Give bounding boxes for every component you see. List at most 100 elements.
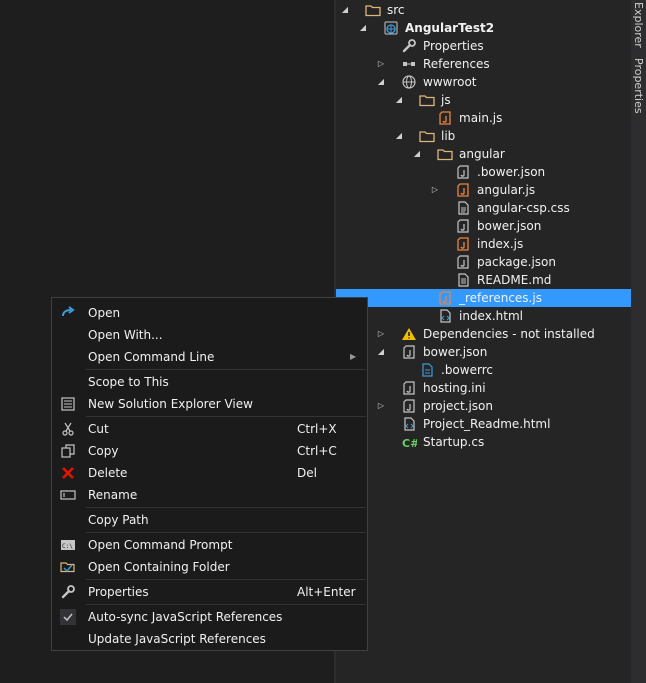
tree-item[interactable]: ◢ lib [336,127,631,145]
tree-item[interactable]: .bowerrc [336,361,631,379]
tree-item[interactable]: bower.json [336,217,631,235]
expand-arrow-icon[interactable]: ▷ [376,325,386,343]
tree-item[interactable]: Properties [336,37,631,55]
tree-item[interactable]: index.js [336,235,631,253]
folder-icon [437,146,453,162]
menu-item-copy[interactable]: Copy Ctrl+C [52,440,367,462]
menu-item-rename[interactable]: Rename [52,484,367,506]
tree-item[interactable]: hosting.ini [336,379,631,397]
svg-text:C:\: C:\ [62,543,73,550]
tab-solution-explorer[interactable]: Explorer [631,2,646,48]
tree-item-label: References [423,57,490,71]
tree-item[interactable]: ▷ References [336,55,631,73]
collapse-arrow-icon[interactable]: ◢ [412,145,422,163]
tree-item[interactable]: .bower.json [336,163,631,181]
json-file-icon [401,380,417,396]
menu-item-open[interactable]: Open [52,302,367,324]
tree-item-label: .bower.json [477,165,546,179]
menu-item-label: Scope to This [88,375,169,389]
expand-arrow-icon[interactable]: ▷ [376,397,386,415]
json-file-icon [455,164,471,180]
tree-item-label: Project_Readme.html [423,417,551,431]
menu-item-properties[interactable]: Properties Alt+Enter [52,581,367,603]
menu-separator [86,579,366,580]
tab-properties[interactable]: Properties [631,58,646,114]
menu-item-label: Open Command Line [88,350,215,364]
tree-item[interactable]: angular-csp.css [336,199,631,217]
tree-item-label: wwwroot [423,75,477,89]
collapse-arrow-icon[interactable]: ◢ [394,91,404,109]
menu-item-delete[interactable]: Delete Del [52,462,367,484]
tree-item-label: main.js [459,111,503,125]
menu-item-new-solution-explorer-view[interactable]: New Solution Explorer View [52,393,367,415]
tree-item[interactable]: ◢ bower.json [336,343,631,361]
solution-explorer-tree: ◢ src ◢ AngularTest2 Properties ▷ References ◢ w… [336,0,631,683]
tree-item[interactable]: ◢ angular [336,145,631,163]
tree-item-label: angular-csp.css [477,201,570,215]
expand-arrow-icon[interactable]: ▷ [376,55,386,73]
html-file-icon [401,416,417,432]
tree-item[interactable]: package.json [336,253,631,271]
menu-item-cut[interactable]: Cut Ctrl+X [52,418,367,440]
expand-arrow-icon[interactable]: ▷ [430,181,440,199]
wrench-icon [60,584,76,600]
menu-item-update-javascript-references[interactable]: Update JavaScript References [52,628,367,650]
menu-item-shortcut: Ctrl+C [297,444,337,458]
tree-item-label: _references.js [459,291,542,305]
menu-separator [86,507,366,508]
js-file-icon [437,290,453,306]
scissors-icon [60,421,76,437]
menu-item-auto-sync-javascript-references[interactable]: Auto-sync JavaScript References [52,606,367,628]
context-menu: Open Open With... Open Command Line ▶ Scope … [51,297,368,651]
menu-item-label: Open Containing Folder [88,560,230,574]
tree-item[interactable]: ▷ project.json [336,397,631,415]
delete-x-icon [60,465,76,481]
tree-item[interactable]: ◢ wwwroot [336,73,631,91]
collapse-arrow-icon[interactable]: ◢ [376,343,386,361]
tree-item-label: js [441,93,451,107]
collapse-arrow-icon[interactable]: ◢ [358,19,368,37]
submenu-arrow-icon: ▶ [350,352,357,361]
tree-item[interactable]: ▷ angular.js [336,181,631,199]
css-file-icon [455,200,471,216]
menu-item-scope-to-this[interactable]: Scope to This [52,371,367,393]
collapse-arrow-icon[interactable]: ◢ [340,1,350,19]
collapse-arrow-icon[interactable]: ◢ [394,127,404,145]
tree-item[interactable]: Project_Readme.html [336,415,631,433]
tree-item-label: Dependencies - not installed [423,327,595,341]
tree-item[interactable]: ◢ AngularTest2 [336,19,631,37]
tree-item[interactable]: ▷ Dependencies - not installed [336,325,631,343]
globe-icon [401,74,417,90]
menu-item-open-command-line[interactable]: Open Command Line ▶ [52,346,367,368]
references-icon [401,56,417,72]
menu-item-open-with[interactable]: Open With... [52,324,367,346]
collapse-arrow-icon[interactable]: ◢ [376,73,386,91]
wrench-icon [401,38,417,54]
text-file-icon [455,272,471,288]
svg-text:C#: C# [402,437,417,450]
tree-item-label: index.js [477,237,524,251]
tree-item[interactable]: ◢ js [336,91,631,109]
menu-item-shortcut: Alt+Enter [297,585,356,599]
folder-icon [365,2,381,18]
js-file-icon [437,110,453,126]
menu-item-open-containing-folder[interactable]: Open Containing Folder [52,556,367,578]
checkmark-icon [60,609,76,625]
tree-item[interactable]: _references.js [336,289,631,307]
tree-item[interactable]: index.html [336,307,631,325]
menu-item-label: Open Command Prompt [88,538,233,552]
menu-item-label: Open [88,306,121,320]
tree-item[interactable]: ◢ src [336,1,631,19]
tree-item[interactable]: main.js [336,109,631,127]
tree-item[interactable]: README.md [336,271,631,289]
menu-item-label: Delete [88,466,128,480]
tree-item[interactable]: C# Startup.cs [336,433,631,451]
folder-icon [419,92,435,108]
menu-item-label: Cut [88,422,109,436]
menu-item-open-command-prompt[interactable]: C:\ Open Command Prompt [52,534,367,556]
config-file-icon [419,362,435,378]
menu-item-label: Rename [88,488,138,502]
menu-item-copy-path[interactable]: Copy Path [52,509,367,531]
menu-item-shortcut: Del [297,466,317,480]
open-arrow-icon [60,305,76,321]
